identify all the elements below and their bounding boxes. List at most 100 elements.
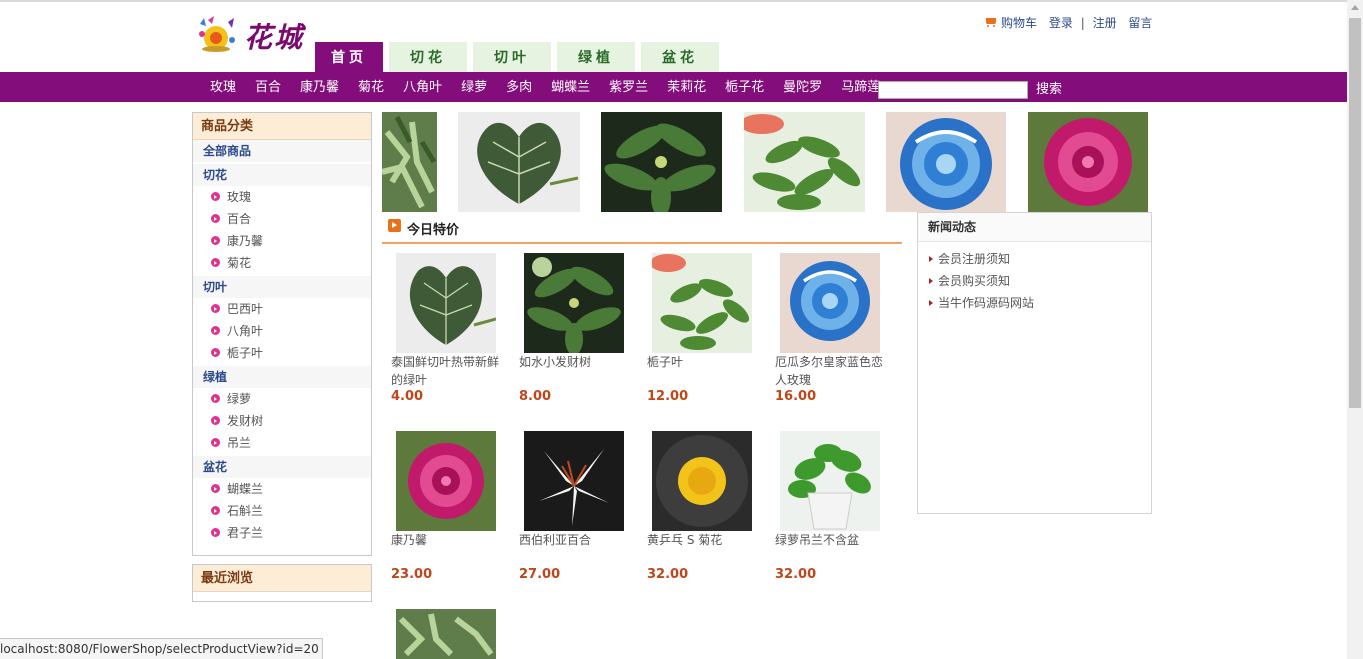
news-item[interactable]: 会员注册须知 bbox=[918, 248, 1151, 270]
logo-text: 花城 bbox=[244, 21, 305, 54]
category-item-label: 巴西叶 bbox=[227, 302, 264, 316]
carousel-image-blue-rose[interactable] bbox=[886, 112, 1006, 212]
product-price: 32.00 bbox=[775, 567, 817, 582]
category-item[interactable]: 百合 bbox=[193, 208, 371, 230]
category-item[interactable]: 君子兰 bbox=[193, 522, 371, 544]
product-price: 27.00 bbox=[519, 567, 561, 582]
product-price: 4.00 bbox=[391, 389, 424, 404]
category-group-green-plants[interactable]: 绿植 bbox=[193, 366, 371, 388]
product-image[interactable] bbox=[396, 253, 496, 353]
product-name[interactable]: 泰国鲜切叶热带新鲜的绿叶 bbox=[391, 353, 503, 389]
category-item-label: 百合 bbox=[227, 212, 252, 226]
news-item[interactable]: 会员购买须知 bbox=[918, 270, 1151, 292]
category-item-label: 八角叶 bbox=[227, 324, 264, 338]
scrollbar-thumb[interactable] bbox=[1349, 18, 1361, 408]
category-item[interactable]: 发财树 bbox=[193, 410, 371, 432]
carousel-image-money-tree[interactable] bbox=[601, 112, 722, 212]
product-name[interactable]: 康乃馨 bbox=[391, 531, 503, 549]
message-link[interactable]: 留言 bbox=[1128, 14, 1152, 31]
nav-category[interactable]: 菊花 bbox=[358, 72, 384, 103]
search-input[interactable] bbox=[878, 81, 1028, 99]
nav-category[interactable]: 紫罗兰 bbox=[609, 72, 648, 103]
category-item[interactable]: 八角叶 bbox=[193, 320, 371, 342]
product-name[interactable]: 栀子叶 bbox=[647, 353, 759, 371]
bullet-arrow-icon bbox=[211, 528, 220, 537]
nav-category[interactable]: 茉莉花 bbox=[667, 72, 706, 103]
product-image[interactable] bbox=[396, 609, 496, 659]
nav-category[interactable]: 曼陀罗 bbox=[783, 72, 822, 103]
carousel-image-gardenia-leaf[interactable] bbox=[744, 112, 865, 212]
category-item[interactable]: 玫瑰 bbox=[193, 186, 371, 208]
category-group-cut-leaves[interactable]: 切叶 bbox=[193, 276, 371, 298]
category-panel-title: 商品分类 bbox=[193, 113, 371, 140]
vertical-scrollbar[interactable] bbox=[1347, 0, 1363, 659]
cart-icon bbox=[984, 16, 998, 28]
register-link[interactable]: 注册 bbox=[1093, 14, 1117, 31]
product-image[interactable] bbox=[780, 253, 880, 353]
nav-category[interactable]: 八角叶 bbox=[403, 72, 442, 103]
link-separator: | bbox=[1080, 16, 1085, 30]
bullet-arrow-icon bbox=[211, 438, 220, 447]
tab-cut-leaves[interactable]: 切叶 bbox=[473, 42, 551, 72]
login-link[interactable]: 登录 bbox=[1049, 14, 1073, 31]
carousel-image-peony[interactable] bbox=[1028, 112, 1148, 212]
bullet-arrow-icon bbox=[211, 506, 220, 515]
category-item[interactable]: 菊花 bbox=[193, 252, 371, 274]
product-name[interactable]: 厄瓜多尔皇家蓝色恋人玫瑰 bbox=[775, 353, 887, 389]
nav-category[interactable]: 百合 bbox=[255, 72, 281, 103]
product-image[interactable] bbox=[780, 431, 880, 531]
nav-category[interactable]: 栀子花 bbox=[725, 72, 764, 103]
category-item-label: 石斛兰 bbox=[227, 504, 264, 518]
scroll-up-arrow-icon[interactable] bbox=[1351, 5, 1359, 10]
category-item[interactable]: 巴西叶 bbox=[193, 298, 371, 320]
product-name[interactable]: 如水小发财树 bbox=[519, 353, 631, 371]
site-logo[interactable]: 花城 bbox=[192, 12, 316, 56]
category-item[interactable]: 栀子叶 bbox=[193, 342, 371, 364]
product-image[interactable] bbox=[524, 253, 624, 353]
recent-panel: 最近浏览 bbox=[192, 564, 372, 602]
product-image[interactable] bbox=[396, 431, 496, 531]
category-item-label: 康乃馨 bbox=[227, 234, 264, 248]
tab-potted-flowers[interactable]: 盆花 bbox=[641, 42, 719, 72]
category-item-label: 发财树 bbox=[227, 414, 264, 428]
bullet-arrow-icon bbox=[211, 192, 220, 201]
category-group-cut-flowers[interactable]: 切花 bbox=[193, 164, 371, 186]
search-button[interactable]: 搜索 bbox=[1036, 80, 1062, 100]
cart-link[interactable]: 购物车 bbox=[984, 14, 1037, 31]
category-item-label: 蝴蝶兰 bbox=[227, 482, 264, 496]
carousel-image-green-leaf[interactable] bbox=[382, 112, 437, 212]
news-item[interactable]: 当牛作码源码网站 bbox=[918, 292, 1151, 314]
bullet-arrow-icon bbox=[211, 416, 220, 425]
carousel-image-anthurium-leaf[interactable] bbox=[458, 112, 580, 212]
category-item[interactable]: 石斛兰 bbox=[193, 500, 371, 522]
bullet-arrow-icon bbox=[211, 394, 220, 403]
tab-cut-flowers[interactable]: 切花 bbox=[389, 42, 467, 72]
product-name[interactable]: 黄乒乓 S 菊花 bbox=[647, 531, 759, 549]
category-group-potted-flowers[interactable]: 盆花 bbox=[193, 456, 371, 478]
product-price: 12.00 bbox=[647, 389, 689, 404]
nav-category[interactable]: 玫瑰 bbox=[210, 72, 236, 103]
nav-category[interactable]: 绿萝 bbox=[461, 72, 487, 103]
logo-flower-icon bbox=[199, 16, 235, 52]
category-item[interactable]: 康乃馨 bbox=[193, 230, 371, 252]
all-products-link[interactable]: 全部商品 bbox=[193, 140, 371, 162]
category-item[interactable]: 绿萝 bbox=[193, 388, 371, 410]
product-image[interactable] bbox=[652, 253, 752, 353]
product-name[interactable]: 绿萝吊兰不含盆 bbox=[775, 531, 887, 549]
category-item[interactable]: 吊兰 bbox=[193, 432, 371, 454]
product-image[interactable] bbox=[652, 431, 752, 531]
product-image[interactable] bbox=[524, 431, 624, 531]
category-nav-bar: 玫瑰 百合 康乃馨 菊花 八角叶 绿萝 多肉 蝴蝶兰 紫罗兰 茉莉花 栀子花 曼陀罗 马蹄莲 搜索 bbox=[0, 72, 1347, 102]
product-name[interactable]: 西伯利亚百合 bbox=[519, 531, 631, 549]
nav-category[interactable]: 多肉 bbox=[506, 72, 532, 103]
tab-home[interactable]: 首页 bbox=[315, 42, 383, 72]
bullet-arrow-icon bbox=[211, 236, 220, 245]
window-top-border bbox=[0, 0, 1347, 2]
recent-panel-title: 最近浏览 bbox=[193, 565, 371, 592]
nav-category[interactable]: 康乃馨 bbox=[300, 72, 339, 103]
tab-green-plants[interactable]: 绿植 bbox=[557, 42, 635, 72]
nav-category[interactable]: 马蹄莲 bbox=[841, 72, 880, 103]
category-item[interactable]: 蝴蝶兰 bbox=[193, 478, 371, 500]
nav-category[interactable]: 蝴蝶兰 bbox=[551, 72, 590, 103]
bullet-arrow-icon bbox=[211, 258, 220, 267]
